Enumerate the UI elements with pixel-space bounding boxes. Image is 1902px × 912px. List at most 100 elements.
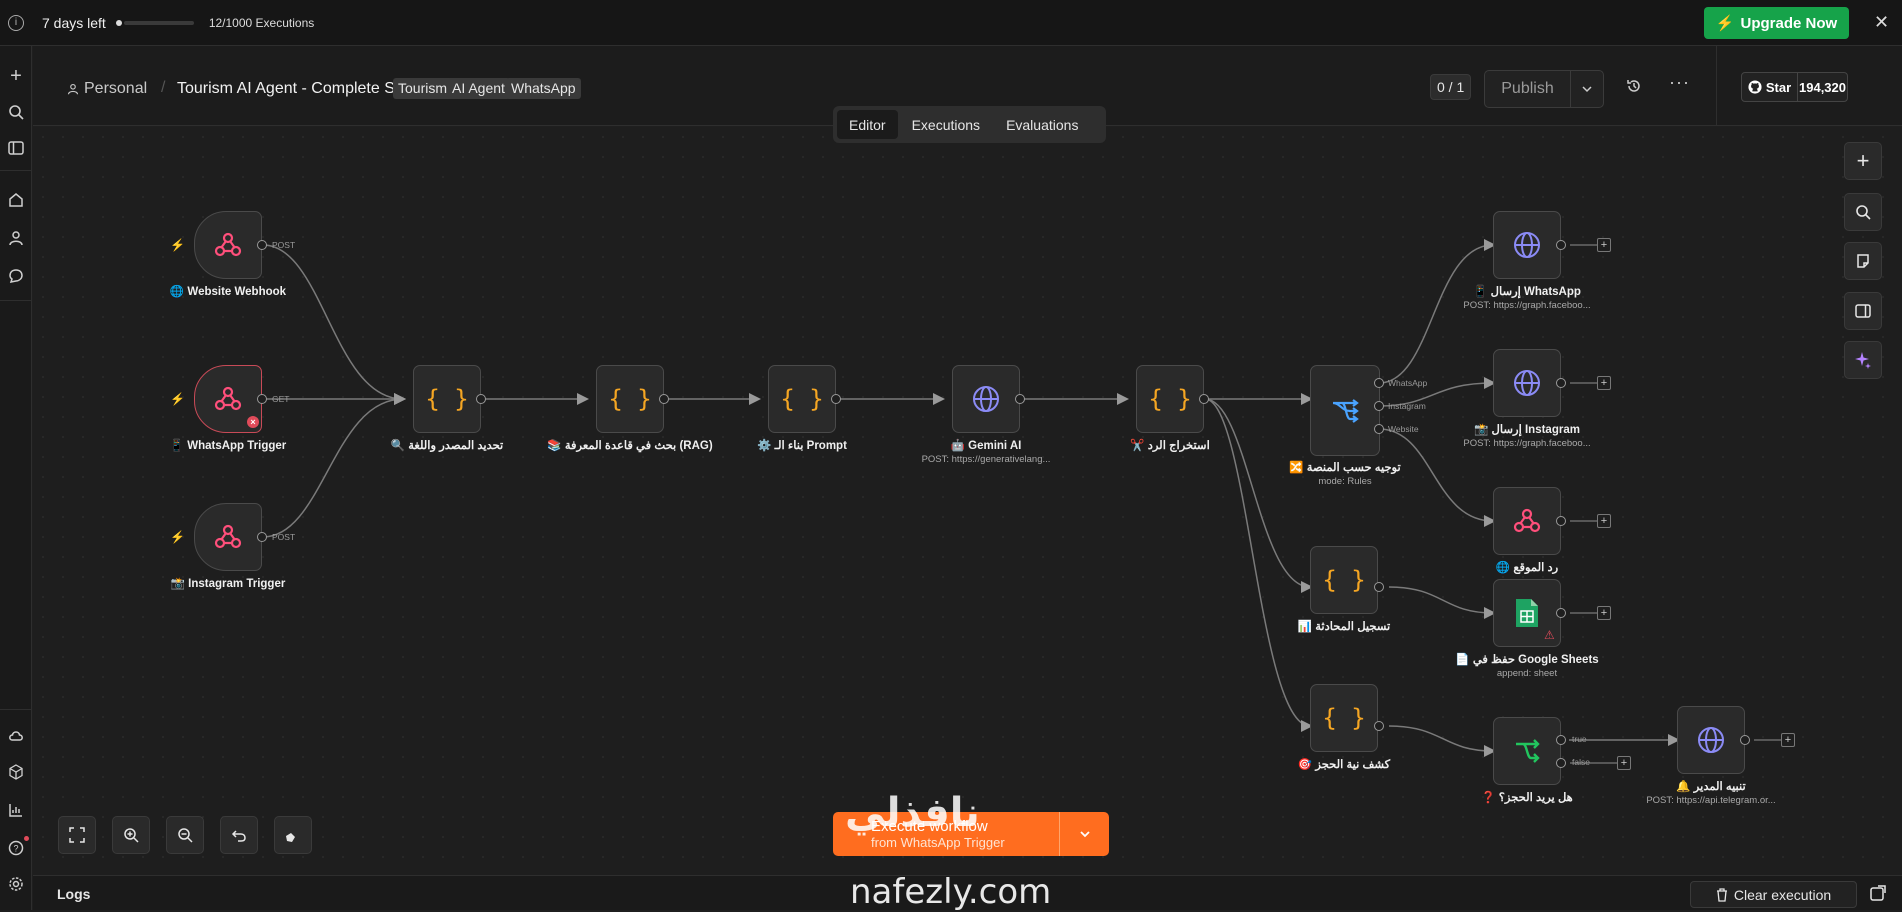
sticky-note-icon[interactable] (1844, 242, 1882, 280)
node-build-prompt[interactable]: { } (768, 365, 836, 433)
node-website-reply[interactable] (1493, 487, 1561, 555)
insights-icon[interactable] (6, 800, 26, 820)
usage-progress-dot (115, 19, 122, 26)
output-handle[interactable] (476, 394, 486, 404)
node-notify-manager[interactable] (1677, 706, 1745, 774)
publish-button[interactable]: Publish (1484, 70, 1570, 108)
tag-whatsapp[interactable]: WhatsApp (506, 78, 581, 99)
output-handle[interactable] (257, 394, 267, 404)
output-handle[interactable] (1374, 424, 1384, 434)
output-handle[interactable] (1374, 582, 1384, 592)
output-handle[interactable] (1374, 721, 1384, 731)
edge (262, 244, 406, 405)
output-handle[interactable] (257, 532, 267, 542)
port-label: false (1572, 757, 1590, 767)
add-node-plus-icon[interactable]: + (1781, 733, 1795, 747)
output-handle[interactable] (1556, 758, 1566, 768)
chat-icon[interactable] (6, 266, 26, 286)
output-handle[interactable] (831, 394, 841, 404)
templates-icon[interactable] (6, 762, 26, 782)
settings-gear-icon[interactable] (6, 874, 26, 894)
add-node-plus-icon[interactable]: + (1597, 238, 1611, 252)
fit-view-icon[interactable] (58, 816, 96, 854)
undo-icon[interactable] (220, 816, 258, 854)
node-wants-booking[interactable] (1493, 717, 1561, 785)
tab-executions[interactable]: Executions (900, 110, 992, 139)
output-handle[interactable] (1556, 735, 1566, 745)
node-google-sheets[interactable]: ⚠ (1493, 579, 1561, 647)
clear-execution-button[interactable]: Clear execution (1690, 881, 1857, 908)
close-banner-icon[interactable]: ✕ (1874, 12, 1889, 33)
node-label: 📊 تسجيل المحادثة (1297, 621, 1391, 633)
code-braces-icon: { } (608, 385, 652, 413)
node-detect-booking[interactable]: { } (1310, 684, 1378, 752)
node-rag-search[interactable]: { } (596, 365, 664, 433)
error-badge-icon: × (247, 416, 259, 428)
trigger-bolt-icon: ⚡ (170, 238, 185, 252)
github-star-button[interactable]: Star 194,320 (1741, 72, 1848, 102)
node-gemini-ai[interactable] (952, 365, 1020, 433)
tag-ai-agent[interactable]: AI Agent (447, 78, 510, 99)
output-handle[interactable] (1556, 516, 1566, 526)
logs-label[interactable]: Logs (57, 886, 90, 902)
code-braces-icon: { } (1322, 566, 1366, 594)
user-icon[interactable] (6, 228, 26, 248)
output-handle[interactable] (659, 394, 669, 404)
node-whatsapp-trigger[interactable]: × (194, 365, 262, 433)
tab-evaluations[interactable]: Evaluations (994, 110, 1090, 139)
tag-tourism[interactable]: Tourism (393, 78, 453, 99)
project-breadcrumb[interactable]: Personal (67, 80, 147, 98)
node-detect-source[interactable]: { } (413, 365, 481, 433)
output-handle[interactable] (257, 240, 267, 250)
node-route-platform[interactable] (1310, 365, 1380, 456)
pop-out-icon[interactable] (1870, 885, 1886, 906)
trial-banner: i 7 days left 12/1000 Executions (0, 0, 1902, 46)
output-handle[interactable] (1374, 401, 1384, 411)
add-node-plus-icon[interactable]: + (1597, 606, 1611, 620)
home-icon[interactable] (6, 190, 26, 210)
zoom-in-icon[interactable] (112, 816, 150, 854)
side-panel-icon[interactable] (1844, 292, 1882, 330)
add-node-plus-icon[interactable]: + (1597, 376, 1611, 390)
node-send-instagram[interactable] (1493, 349, 1561, 417)
output-handle[interactable] (1556, 608, 1566, 618)
output-handle[interactable] (1015, 394, 1025, 404)
node-subtitle: POST: https://api.telegram.or... (1646, 795, 1776, 806)
output-handle[interactable] (1556, 378, 1566, 388)
node-website-webhook[interactable] (194, 211, 262, 279)
search-nodes-icon[interactable] (1844, 193, 1882, 231)
node-subtitle: POST: https://graph.faceboo... (1463, 300, 1591, 311)
add-node-plus-icon[interactable]: + (1597, 514, 1611, 528)
more-options-icon[interactable]: ··· (1669, 72, 1690, 93)
history-icon[interactable] (1626, 78, 1642, 99)
search-icon[interactable] (6, 102, 26, 122)
execute-options-chevron-icon[interactable] (1059, 812, 1109, 856)
output-handle[interactable] (1374, 378, 1384, 388)
output-handle[interactable] (1556, 240, 1566, 250)
output-handle[interactable] (1199, 394, 1209, 404)
add-node-plus-icon[interactable]: + (1617, 756, 1631, 770)
add-node-icon[interactable]: + (1844, 142, 1882, 180)
ai-assistant-sparkle-icon[interactable] (1844, 341, 1882, 379)
publish-options-button[interactable] (1570, 70, 1604, 108)
tidy-up-broom-icon[interactable] (274, 816, 312, 854)
help-icon[interactable]: ? (6, 836, 29, 858)
zoom-out-icon[interactable] (166, 816, 204, 854)
cloud-icon[interactable] (6, 725, 26, 745)
node-extract-reply[interactable]: { } (1136, 365, 1204, 433)
node-instagram-trigger[interactable] (194, 503, 262, 571)
node-log-conversation[interactable]: { } (1310, 546, 1378, 614)
output-handle[interactable] (1740, 735, 1750, 745)
node-send-whatsapp[interactable] (1493, 211, 1561, 279)
webhook-icon (214, 524, 242, 549)
toggle-sidebar-icon[interactable] (6, 138, 26, 158)
executions-count: 12/1000 Executions (208, 15, 315, 30)
add-icon[interactable]: + (6, 65, 26, 87)
edge (1388, 725, 1496, 757)
rail-divider (0, 709, 32, 710)
tab-editor[interactable]: Editor (837, 110, 898, 139)
rail-divider (0, 170, 32, 171)
upgrade-now-button[interactable]: ⚡ Upgrade Now (1704, 7, 1849, 39)
workflow-canvas[interactable]: ⚡ POST 🌐 Website Webhook ⚡ × GET 📱 Whats… (33, 127, 1902, 875)
node-label: 📱 WhatsApp Trigger (169, 440, 287, 452)
